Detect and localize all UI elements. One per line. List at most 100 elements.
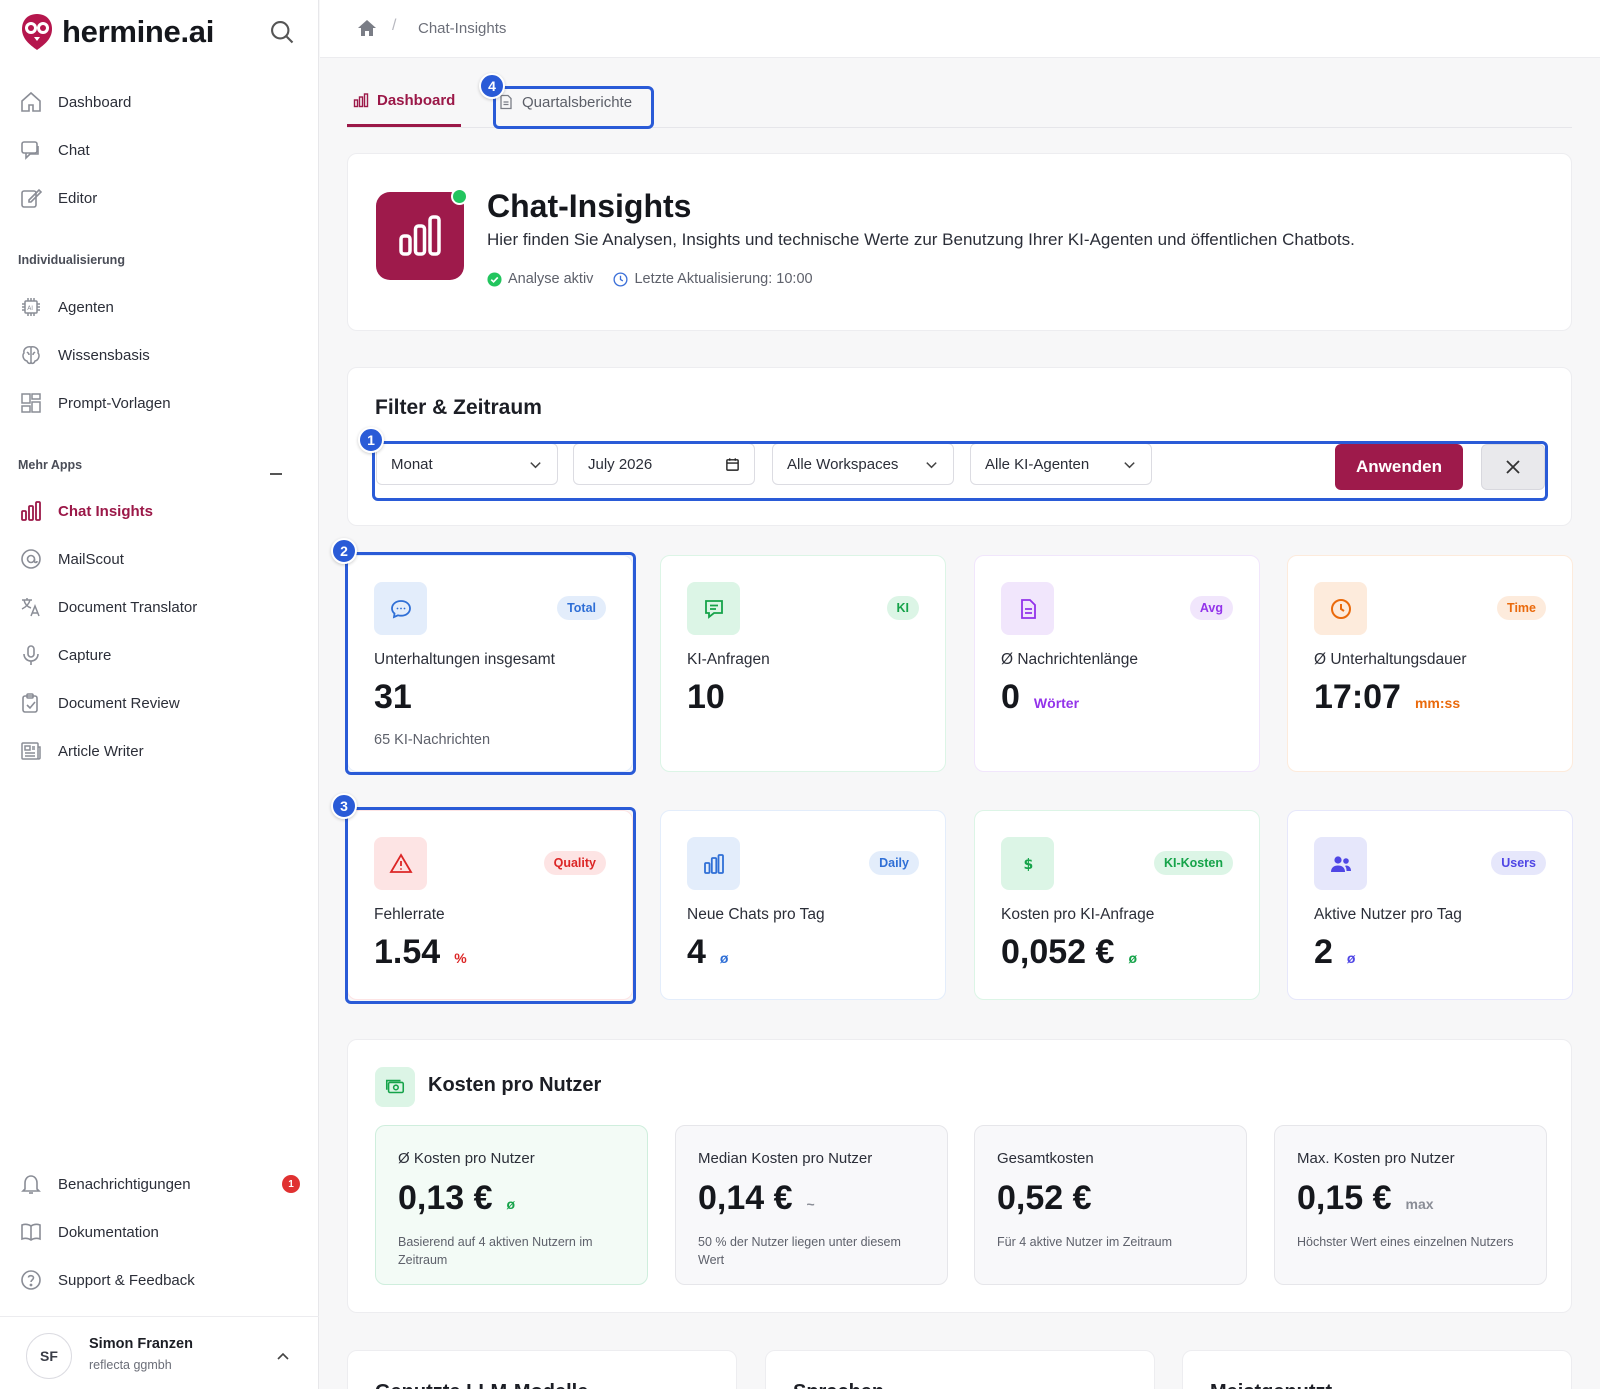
stat-badge: Time xyxy=(1497,596,1546,620)
stat-unit: Wörter xyxy=(1033,695,1080,711)
bar-chart-icon xyxy=(703,853,724,874)
stat-card-message-length: Avg Ø Nachrichtenlänge 0 Wörter xyxy=(974,555,1260,772)
home-icon xyxy=(18,89,44,115)
breadcrumb-current: Chat-Insights xyxy=(418,20,507,37)
highlight-box-conversations xyxy=(345,552,636,775)
highlight-box-error-rate xyxy=(345,807,636,1004)
dollar-icon: $ xyxy=(1023,857,1033,873)
marker-badge: 3 xyxy=(331,793,357,819)
cost-box-average: Ø Kosten pro Nutzer 0,13 € ø Basierend au… xyxy=(375,1125,648,1285)
stat-value: 0 Wörter xyxy=(1001,678,1079,717)
cost-label: Gesamtkosten xyxy=(997,1150,1094,1167)
stat-value-number: 4 xyxy=(687,933,706,971)
analysis-status: Analyse aktiv xyxy=(508,271,594,287)
stat-card-conversation-duration: Time Ø Unterhaltungsdauer 17:07 mm:ss xyxy=(1287,555,1573,772)
sidebar-item-label: Prompt-Vorlagen xyxy=(58,394,171,412)
sidebar-item-article-writer[interactable]: Article Writer xyxy=(18,733,298,769)
at-icon xyxy=(18,546,44,572)
hero-meta: Analyse aktiv Letzte Aktualisierung: 10:… xyxy=(487,271,813,287)
money-icon xyxy=(385,1079,405,1094)
card-title: Meistgenutzt xyxy=(1210,1381,1332,1389)
tab-dashboard[interactable]: Dashboard xyxy=(347,76,461,127)
cost-label: Max. Kosten pro Nutzer xyxy=(1297,1150,1455,1167)
marker-badge: 1 xyxy=(358,427,384,453)
sidebar-item-support-feedback[interactable]: Support & Feedback xyxy=(18,1262,298,1298)
sidebar-item-editor[interactable]: Editor xyxy=(18,180,298,216)
sidebar-item-label: Article Writer xyxy=(58,742,144,760)
marker-badge: 4 xyxy=(479,73,505,99)
hero-card: Chat-Insights Hier finden Sie Analysen, … xyxy=(347,153,1572,331)
last-update: Letzte Aktualisierung: 10:00 xyxy=(634,271,813,287)
stat-card-ki-requests: KI KI-Anfragen 10 xyxy=(660,555,946,772)
sidebar-item-chat-insights[interactable]: Chat Insights xyxy=(18,493,298,529)
user-org: reflecta ggmbh xyxy=(89,1358,172,1372)
newspaper-icon xyxy=(18,738,44,764)
stat-value: 2ø xyxy=(1314,933,1355,972)
card-title: Sprachen xyxy=(793,1381,884,1389)
stat-value: 17:07 mm:ss xyxy=(1314,678,1460,717)
cost-label: Median Kosten pro Nutzer xyxy=(698,1150,873,1167)
section-label-individualisierung: Individualisierung xyxy=(18,253,125,267)
ai-chip-icon: AI xyxy=(18,294,44,320)
user-menu[interactable]: SF Simon Franzen reflecta ggmbh xyxy=(0,1316,319,1389)
bar-chart-icon xyxy=(353,93,369,108)
svg-text:AI: AI xyxy=(27,305,33,312)
sidebar-item-capture[interactable]: Capture xyxy=(18,637,298,673)
sidebar-item-mailscout[interactable]: MailScout xyxy=(18,541,298,577)
collapse-minus-icon[interactable] xyxy=(269,467,283,481)
filter-title: Filter & Zeitraum xyxy=(375,396,542,419)
sidebar-item-chat[interactable]: Chat xyxy=(18,132,298,168)
check-circle-icon xyxy=(487,271,502,287)
sidebar-item-dashboard[interactable]: Dashboard xyxy=(18,84,298,120)
stat-badge: Daily xyxy=(869,851,919,875)
sidebar-item-agenten[interactable]: AI Agenten xyxy=(18,289,298,325)
page-subtitle: Hier finden Sie Analysen, Insights und t… xyxy=(487,230,1355,249)
help-icon xyxy=(18,1267,44,1293)
status-online-dot xyxy=(451,188,468,205)
cost-unit: max xyxy=(1405,1196,1434,1212)
stat-value: 10 xyxy=(687,678,725,717)
cost-value-number: 0,14 € xyxy=(698,1179,793,1217)
brand-logo[interactable]: hermine.ai xyxy=(20,10,296,54)
chevron-up-icon[interactable] xyxy=(275,1349,291,1365)
breadcrumb: / Chat-Insights xyxy=(320,0,1600,58)
cost-value: 0,13 € ø xyxy=(398,1179,515,1218)
sidebar-item-label: Editor xyxy=(58,189,98,207)
sidebar-item-prompt-vorlagen[interactable]: Prompt-Vorlagen xyxy=(18,385,298,421)
clock-icon xyxy=(613,271,628,287)
sidebar-item-wissensbasis[interactable]: Wissensbasis xyxy=(18,337,298,373)
stat-card-active-users: Users Aktive Nutzer pro Tag 2ø xyxy=(1287,810,1573,1000)
search-icon[interactable] xyxy=(268,18,296,46)
stat-value-number: 0 xyxy=(1001,678,1020,716)
brand-name: hermine.ai xyxy=(62,14,215,49)
sidebar-item-document-review[interactable]: Document Review xyxy=(18,685,298,721)
stat-value-number: 10 xyxy=(687,678,725,716)
sidebar-item-document-translator[interactable]: Document Translator xyxy=(18,589,298,625)
clipboard-icon xyxy=(18,690,44,716)
sidebar-item-label: Dashboard xyxy=(58,93,132,111)
cost-unit: ø xyxy=(506,1196,516,1212)
stat-badge: KI xyxy=(886,596,919,620)
sidebar-item-label: MailScout xyxy=(58,550,124,568)
highlight-box-tab xyxy=(493,86,654,129)
stat-value-number: 2 xyxy=(1314,933,1333,971)
sidebar-item-benachrichtigungen[interactable]: Benachrichtigungen xyxy=(18,1166,298,1202)
sidebar-item-label: Dokumentation xyxy=(58,1223,159,1241)
cost-value: 0,14 € ~ xyxy=(698,1179,815,1218)
translate-icon xyxy=(18,594,44,620)
card-title: Genutzte LLM-Modelle xyxy=(375,1381,588,1389)
cost-value-number: 0,13 € xyxy=(398,1179,493,1217)
owl-logo-icon xyxy=(22,14,52,50)
sidebar-item-dokumentation[interactable]: Dokumentation xyxy=(18,1214,298,1250)
sidebar-item-label: Benachrichtigungen xyxy=(58,1175,191,1193)
template-icon xyxy=(18,390,44,416)
stat-icon-box xyxy=(1001,582,1054,635)
stat-icon-box xyxy=(687,582,740,635)
cost-per-user-card: Kosten pro Nutzer Ø Kosten pro Nutzer 0,… xyxy=(347,1039,1572,1313)
sidebar-item-label: Agenten xyxy=(58,298,114,316)
sidebar-item-label: Document Translator xyxy=(58,598,198,616)
sidebar-item-label: Chat Insights xyxy=(58,502,154,520)
cost-value-number: 0,15 € xyxy=(1297,1179,1392,1217)
home-breadcrumb-icon[interactable] xyxy=(357,18,377,38)
stat-unit: mm:ss xyxy=(1414,695,1461,711)
